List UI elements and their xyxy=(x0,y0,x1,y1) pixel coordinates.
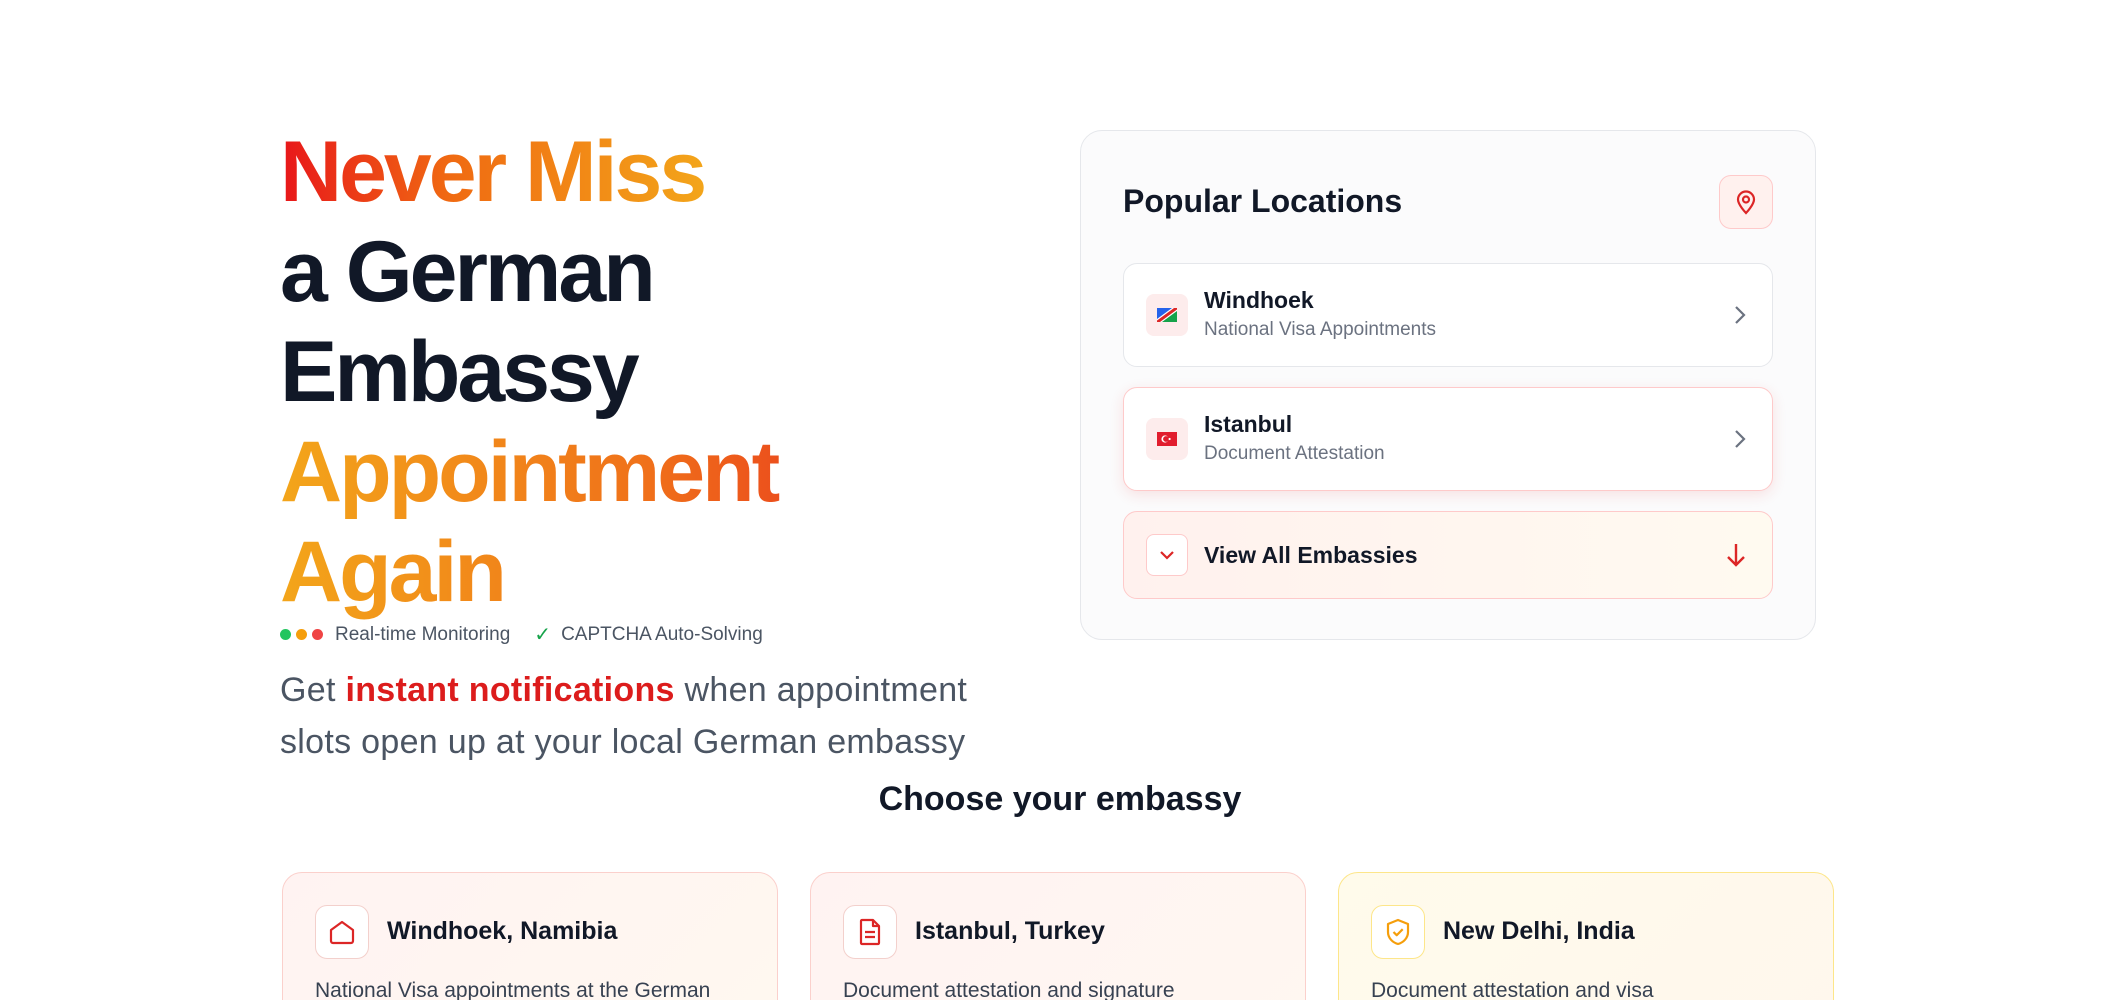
check-icon: ✓ xyxy=(534,624,552,646)
embassy-card-istanbul[interactable]: Istanbul, Turkey Document attestation an… xyxy=(810,872,1306,1000)
location-name: Istanbul xyxy=(1204,411,1293,437)
choose-embassy-title: Choose your embassy xyxy=(878,780,1242,818)
hero-section: Never Miss a German Embassy Appointment … xyxy=(280,122,1000,768)
headline-line-3: Appointment Again xyxy=(280,422,1000,622)
embassy-description: National Visa appointments at the German xyxy=(315,979,711,1000)
subtitle-accent: instant notifications xyxy=(345,671,675,709)
popular-locations-title: Popular Locations xyxy=(1123,183,1403,219)
hero-features: Real-time Monitoring ✓ CAPTCHA Auto-Solv… xyxy=(280,622,763,647)
embassy-name: New Delhi, India xyxy=(1443,917,1635,945)
turkey-flag-icon xyxy=(1146,418,1188,460)
embassy-name: Windhoek, Namibia xyxy=(387,917,618,945)
green-dot-icon xyxy=(280,629,291,640)
namibia-flag-icon xyxy=(1146,294,1188,336)
arrow-down-icon xyxy=(1727,544,1745,567)
chevron-right-icon xyxy=(1735,430,1746,448)
yellow-dot-icon xyxy=(296,629,307,640)
location-item-istanbul[interactable]: Istanbul Document Attestation xyxy=(1123,387,1773,491)
headline-line-1: Never Miss xyxy=(280,124,707,220)
embassy-description: Document attestation and visa xyxy=(1371,979,1654,1000)
location-subtitle: National Visa Appointments xyxy=(1204,319,1437,340)
popular-locations-card: Popular Locations Windhoek National Visa… xyxy=(1080,130,1816,640)
subtitle-before: Get xyxy=(280,671,346,709)
location-name: Windhoek xyxy=(1204,287,1314,313)
view-all-embassies-button[interactable]: View All Embassies xyxy=(1123,511,1773,599)
embassy-card-windhoek[interactable]: Windhoek, Namibia National Visa appointm… xyxy=(282,872,778,1000)
chevron-right-icon xyxy=(1735,306,1746,324)
home-icon xyxy=(315,905,369,959)
location-item-windhoek[interactable]: Windhoek National Visa Appointments xyxy=(1123,263,1773,367)
map-pin-icon[interactable] xyxy=(1719,175,1773,229)
feature-monitoring: Real-time Monitoring xyxy=(335,623,511,645)
embassy-name: Istanbul, Turkey xyxy=(915,917,1105,945)
document-icon xyxy=(843,905,897,959)
headline-line-2: a German Embassy xyxy=(280,224,656,420)
hero-subtitle: Get instant notifications when appointme… xyxy=(280,664,980,768)
shield-check-icon xyxy=(1371,905,1425,959)
view-all-label: View All Embassies xyxy=(1204,541,1418,568)
feature-captcha: CAPTCHA Auto-Solving xyxy=(561,623,763,645)
status-dots-icon xyxy=(280,629,323,640)
embassy-card-new-delhi[interactable]: New Delhi, India Document attestation an… xyxy=(1338,872,1834,1000)
hero-headline: Never Miss a German Embassy Appointment … xyxy=(280,122,1000,622)
location-subtitle: Document Attestation xyxy=(1204,443,1385,464)
red-dot-icon xyxy=(312,629,323,640)
chevron-down-icon xyxy=(1146,534,1188,576)
embassy-description: Document attestation and signature xyxy=(843,979,1175,1000)
